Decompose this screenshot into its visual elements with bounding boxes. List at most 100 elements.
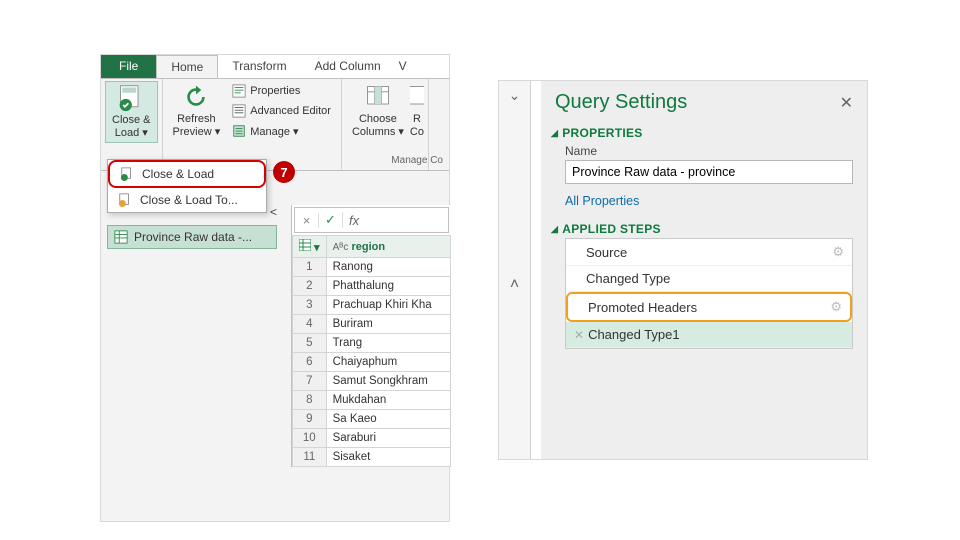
table-row[interactable]: 5Trang [293,334,451,353]
manage-button[interactable]: Manage ▾ [230,123,333,139]
data-table: ▾ Aᴮᴄ region 1Ranong2Phatthalung3Prachua… [292,235,451,467]
table-row[interactable]: 7Samut Songkhram [293,372,451,391]
close-load-to-small-icon [118,193,132,207]
tab-view-cutoff[interactable]: V [395,55,411,78]
row-number: 3 [293,296,327,315]
table-row[interactable]: 1Ranong [293,258,451,277]
properties-section-body: Name All Properties [541,142,867,216]
name-label: Name [565,144,853,158]
remove-columns-icon [410,83,424,111]
step-label: Source [574,245,627,260]
row-number: 6 [293,353,327,372]
cell-value: Buriram [326,315,450,334]
close-load-label-1: Close & [112,114,151,127]
table-row[interactable]: 8Mukdahan [293,391,451,410]
formula-fx-label[interactable]: fx [343,213,359,228]
query-item-selected[interactable]: Province Raw data -... [107,225,277,249]
table-icon [299,239,311,251]
menu-close-load-label: Close & Load [142,167,214,181]
step-label: Promoted Headers [576,300,697,315]
delete-step-icon[interactable]: ✕ [574,328,588,342]
choose-cols-label-2: Columns ▾ [352,126,404,139]
table-row[interactable]: 6Chaiyaphum [293,353,451,372]
close-load-label-2: Load ▾ [115,127,148,140]
close-load-small-icon [120,167,134,181]
step-changed-type1[interactable]: ✕Changed Type1 [566,322,852,348]
tab-add-column[interactable]: Add Column [301,55,395,78]
properties-section-header[interactable]: ◢ PROPERTIES [541,120,867,142]
step-source[interactable]: Source ⚙ [566,239,852,266]
step-promoted-headers[interactable]: Promoted Headers ⚙ [566,292,852,322]
gear-icon[interactable]: ⚙ [830,299,842,315]
table-row[interactable]: 4Buriram [293,315,451,334]
step-changed-type[interactable]: Changed Type [566,266,852,292]
table-row[interactable]: 11Sisaket [293,448,451,467]
tab-transform[interactable]: Transform [218,55,300,78]
table-icon [114,230,128,244]
query-name-input[interactable] [565,160,853,184]
group-label-columns: Manage Co [391,153,443,168]
advanced-editor-label: Advanced Editor [250,105,331,117]
properties-button[interactable]: Properties [230,83,333,99]
query-settings-title: Query Settings [555,91,687,114]
table-row[interactable]: 10Saraburi [293,429,451,448]
tab-file[interactable]: File [101,55,156,78]
refresh-label-2: Preview ▾ [173,126,221,139]
type-glyph: Aᴮᴄ [333,242,349,253]
remove-columns-button-cutoff[interactable]: R Co [410,81,424,141]
column-header-region[interactable]: Aᴮᴄ region [326,236,450,258]
dropdown-chevron-icon[interactable]: ⌄ [509,81,521,110]
table-corner[interactable]: ▾ [293,236,327,258]
cell-value: Ranong [326,258,450,277]
advanced-editor-button[interactable]: Advanced Editor [230,103,333,119]
table-body: 1Ranong2Phatthalung3Prachuap Khiri Kha4B… [293,258,451,467]
triangle-down-icon: ◢ [551,128,558,139]
choose-cols-label-1: Choose [359,113,397,126]
applied-steps-list: Source ⚙ Changed Type Promoted Headers ⚙… [565,238,853,349]
close-load-icon [117,84,145,112]
step-label: Changed Type1 [588,327,680,342]
query-settings-window: ⌄ ˄ Query Settings ✕ ◢ PROPERTIES Name A… [498,80,868,460]
scroll-up-icon[interactable]: ˄ [510,276,519,294]
properties-icon [232,84,246,98]
power-query-editor-window: File Home Transform Add Column V Close &… [100,54,450,522]
all-properties-link[interactable]: All Properties [565,194,639,208]
row-number: 4 [293,315,327,334]
cell-value: Trang [326,334,450,353]
ribbon-query-stack: Properties Advanced Editor Manage ▾ [226,81,337,141]
menu-close-and-load[interactable]: Close & Load [108,160,266,188]
ribbon-group-query: Refresh Preview ▾ Properties Advanced Ed… [163,79,342,170]
ribbon: Close & Load ▾ Refresh Preview ▾ Propert… [101,79,449,171]
advanced-editor-icon [232,104,246,118]
ribbon-tabs: File Home Transform Add Column V [101,55,449,79]
column-name: region [351,241,385,253]
formula-commit-button[interactable]: ✓ [319,212,343,228]
row-number: 11 [293,448,327,467]
table-row[interactable]: 9Sa Kaeo [293,410,451,429]
menu-close-and-load-to[interactable]: Close & Load To... [108,188,266,212]
step-label: Changed Type [574,271,670,286]
formula-cancel-button[interactable]: × [295,213,319,228]
table-row[interactable]: 3Prachuap Khiri Kha [293,296,451,315]
callout-badge-7: 7 [273,161,295,183]
nav-collapse-button[interactable]: < [270,205,277,219]
editor-body: Close & Load Close & Load To... 7 < Prov… [101,171,449,521]
refresh-preview-button[interactable]: Refresh Preview ▾ [167,81,227,141]
triangle-down-icon: ◢ [551,224,558,235]
row-number: 1 [293,258,327,277]
query-settings-header: Query Settings ✕ [541,81,867,120]
cell-value: Chaiyaphum [326,353,450,372]
close-icon[interactable]: ✕ [840,93,853,113]
tab-home[interactable]: Home [156,55,218,78]
menu-close-load-to-label: Close & Load To... [140,193,238,207]
gear-icon[interactable]: ⚙ [832,244,844,260]
properties-section-label: PROPERTIES [562,126,642,140]
cell-value: Sisaket [326,448,450,467]
row-number: 5 [293,334,327,353]
choose-columns-button[interactable]: Choose Columns ▾ [346,81,410,141]
manage-label: Manage ▾ [250,125,298,138]
manage-icon [232,124,246,138]
close-and-load-button[interactable]: Close & Load ▾ [105,81,158,143]
applied-steps-section-header[interactable]: ◢ APPLIED STEPS [541,216,867,238]
table-row[interactable]: 2Phatthalung [293,277,451,296]
